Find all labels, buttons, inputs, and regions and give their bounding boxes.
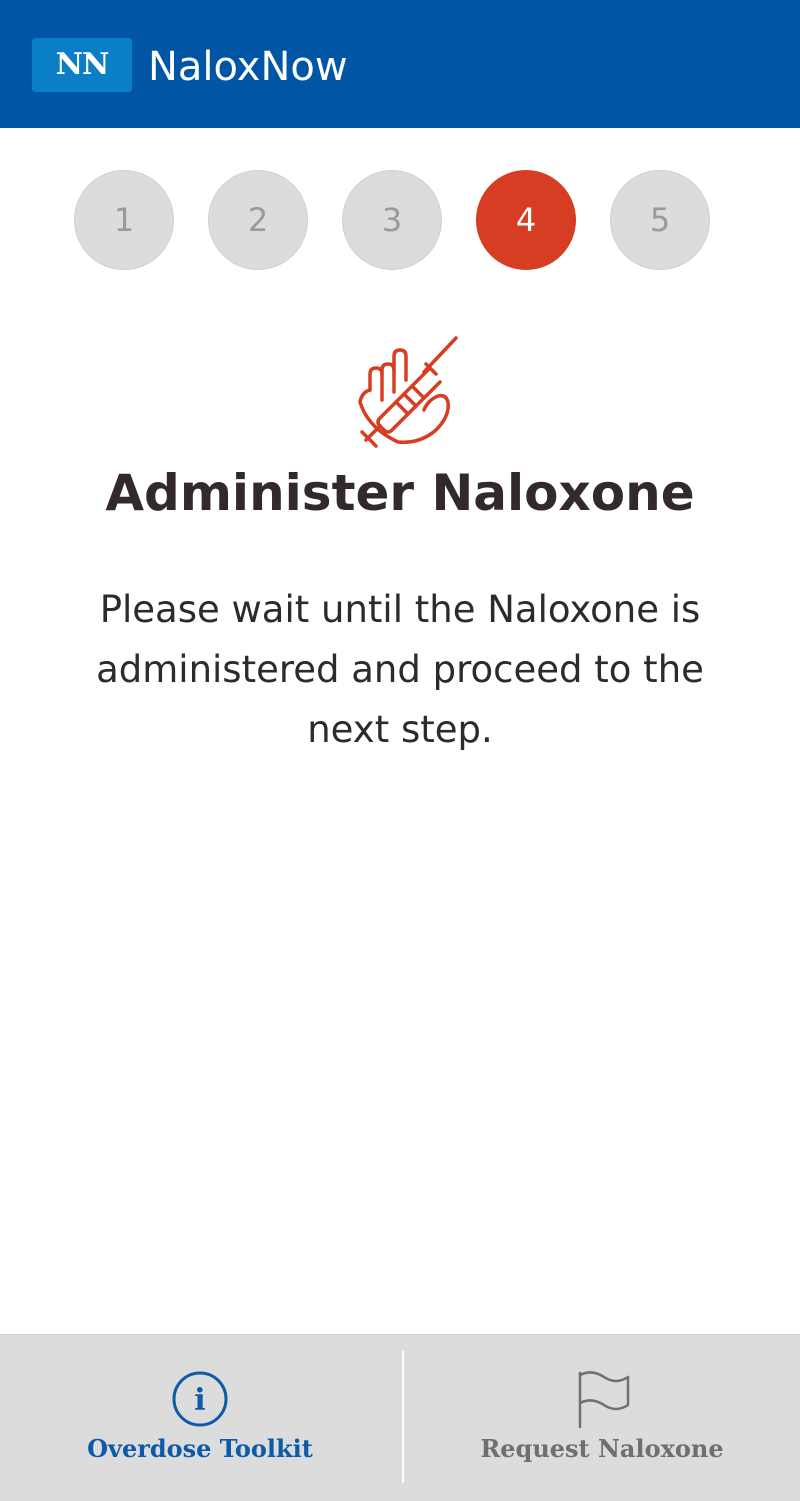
tab-label: Request Naloxone	[480, 1434, 724, 1463]
app-header: NN NaloxNow	[0, 0, 800, 128]
step-description: Please wait until the Naloxone is admini…	[96, 588, 704, 751]
step-5[interactable]: 5	[610, 170, 710, 270]
svg-text:i: i	[194, 1383, 205, 1418]
step-title: Administer Naloxone	[105, 464, 695, 522]
hand-syringe-icon	[358, 336, 458, 448]
tab-label: Overdose Toolkit	[87, 1434, 313, 1463]
step-1[interactable]: 1	[74, 170, 174, 270]
step-4-current[interactable]: 4	[476, 170, 576, 270]
info-icon: i	[172, 1371, 228, 1427]
tab-overdose-toolkit[interactable]: i Overdose Toolkit	[0, 1335, 400, 1501]
step-2[interactable]: 2	[208, 170, 308, 270]
bottom-navigation: i Overdose Toolkit Request Naloxone	[0, 1334, 800, 1501]
flag-icon	[578, 1371, 630, 1429]
step-3[interactable]: 3	[342, 170, 442, 270]
app-title: NaloxNow	[148, 44, 348, 90]
app-logo: NN	[32, 38, 132, 92]
tab-request-naloxone[interactable]: Request Naloxone	[404, 1335, 800, 1501]
step-indicator: 1 2 3 4 5	[0, 170, 800, 270]
